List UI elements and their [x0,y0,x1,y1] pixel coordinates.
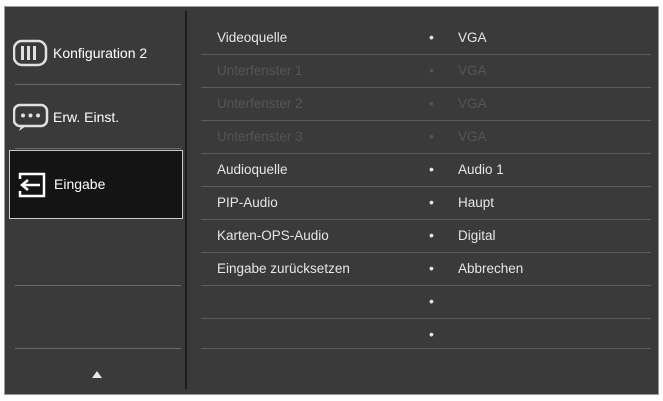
sidebar-item-konfiguration-2[interactable]: Konfiguration 2 [9,21,183,85]
row-label: Audioquelle [217,162,288,177]
row-bullet: • [429,62,434,78]
menu-row-unterfenster-2: Unterfenster 2 • VGA [193,87,653,120]
row-value: VGA [458,63,487,78]
row-bullet: • [429,326,434,342]
row-label: Unterfenster 2 [217,96,303,111]
menu-row-eingabe-zuruecksetzen[interactable]: Eingabe zurücksetzen • Abbrechen [193,252,653,285]
menu-row-videoquelle[interactable]: Videoquelle • VGA [193,21,653,54]
up-arrow-icon[interactable] [92,371,102,378]
sidebar-item-label: Erw. Einst. [53,109,120,125]
row-bullet: • [429,293,434,309]
menu-row-audioquelle[interactable]: Audioquelle • Audio 1 [193,153,653,186]
menu-row-karten-ops-audio[interactable]: Karten-OPS-Audio • Digital [193,219,653,252]
row-value: Audio 1 [458,162,504,177]
row-bullet: • [429,128,434,144]
row-bullet: • [429,260,434,276]
row-bullet: • [429,161,434,177]
row-value: Abbrechen [458,261,524,276]
sidebar-divider [15,148,181,149]
row-label: Unterfenster 3 [217,129,303,144]
sidebar-item-erw-einst[interactable]: Erw. Einst. [9,85,183,149]
row-value: VGA [458,96,487,111]
row-label: Videoquelle [217,30,288,45]
row-label: Eingabe zurücksetzen [217,261,350,276]
menu-row-unterfenster-1: Unterfenster 1 • VGA [193,54,653,87]
sidebar-item-label: Konfiguration 2 [53,45,148,61]
row-bullet: • [429,29,434,45]
slider-icon [13,39,48,67]
row-bullet: • [429,194,434,210]
sidebar-divider [15,348,181,349]
row-label: PIP-Audio [217,195,278,210]
row-value: VGA [458,30,487,45]
row-divider [201,348,651,349]
row-value: VGA [458,129,487,144]
sidebar: Konfiguration 2 Erw. Einst. Eingabe [5,7,185,394]
chat-dots-icon [13,103,49,131]
sidebar-divider [15,285,181,286]
sidebar-item-eingabe[interactable]: Eingabe [9,150,183,219]
panel-divider [185,11,187,389]
row-bullet: • [429,227,434,243]
menu-row-empty[interactable]: • [193,318,653,351]
osd-menu: Konfiguration 2 Erw. Einst. Eingabe Vide… [4,6,659,395]
row-label: Karten-OPS-Audio [217,228,329,243]
row-label: Unterfenster 1 [217,63,303,78]
row-bullet: • [429,95,434,111]
sidebar-item-label: Eingabe [54,176,106,192]
menu-row-unterfenster-3: Unterfenster 3 • VGA [193,120,653,153]
row-value: Digital [458,228,496,243]
input-arrow-icon [18,172,46,198]
menu-row-empty[interactable]: • [193,285,653,318]
row-value: Haupt [458,195,495,210]
menu-row-pip-audio[interactable]: PIP-Audio • Haupt [193,186,653,219]
